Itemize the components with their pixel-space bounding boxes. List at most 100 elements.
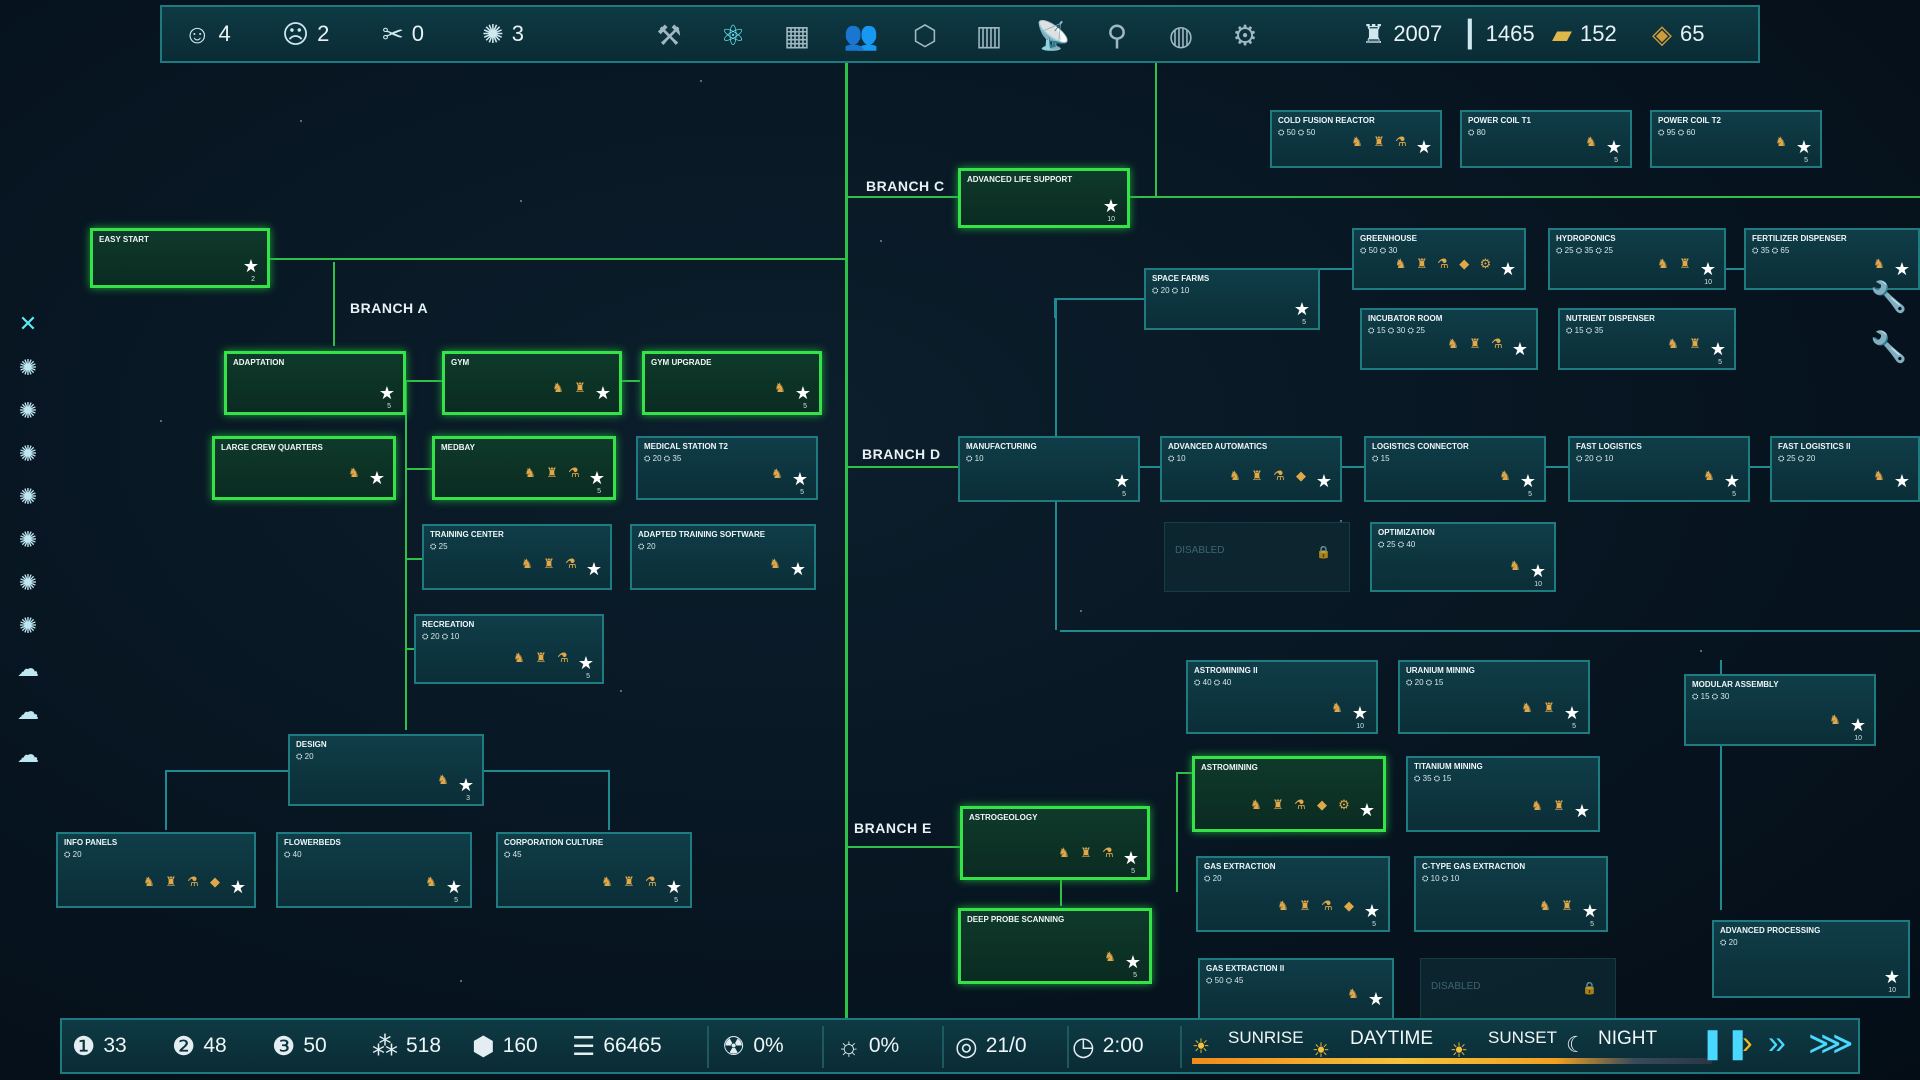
tech-node-medical-station-t2[interactable]: MEDICAL STATION T2 ⛭ 20 ⛭ 35 ♞ ★ 5 bbox=[636, 436, 818, 500]
tech-node-gym[interactable]: GYM ♞ ♜ ★ bbox=[442, 351, 622, 415]
food-counter[interactable]: ✂ 0 bbox=[382, 7, 424, 61]
tech-node-astromining[interactable]: ASTROMINING ♞ ♜ ⚗ ◆ ⚙ ★ bbox=[1192, 756, 1386, 832]
tech-node-power-coil-t1[interactable]: POWER COIL T1 ⛭ 80 ♞ ★ 5 bbox=[1460, 110, 1632, 168]
tech-node-gas-extraction[interactable]: GAS EXTRACTION ⛭ 20 ♞ ♜ ⚗ ◆ ★ 5 bbox=[1196, 856, 1390, 932]
tech-node-deep-probe-scanning[interactable]: DEEP PROBE SCANNING ♞ ★ 5 bbox=[958, 908, 1152, 984]
tech-node-optimization[interactable]: OPTIMIZATION ⛭ 25 ⛭ 40 ♞ ★ 10 bbox=[1370, 522, 1556, 592]
stats-icon[interactable]: ▥ bbox=[969, 15, 1009, 55]
tech-node-incubator-room[interactable]: INCUBATOR ROOM ⛭ 15 ⛭ 30 ⛭ 25 ♞ ♜ ⚗ ★ bbox=[1360, 308, 1538, 370]
cloud-icon[interactable]: ☁ bbox=[14, 741, 42, 769]
tech-node-uranium-mining[interactable]: URANIUM MINING ⛭ 20 ⛭ 15 ♞ ♜ ★ 5 bbox=[1398, 660, 1590, 734]
tech-node-adapted-training-software[interactable]: ADAPTED TRAINING SOFTWARE ⛭ 20 ♞ ★ bbox=[630, 524, 816, 590]
build-icon[interactable]: ⚒ bbox=[649, 15, 689, 55]
resource-counter-3[interactable]: ▰ 152 bbox=[1552, 7, 1617, 61]
tech-node-modular-assembly[interactable]: MODULAR ASSEMBLY ⛭ 15 ⛭ 30 ♞ ★ 10 bbox=[1684, 674, 1876, 746]
tech-node-easy-start[interactable]: EASY START ★ 2 bbox=[90, 228, 270, 288]
tech-node-titanium-mining[interactable]: TITANIUM MINING ⛭ 35 ⛭ 15 ♞ ♜ ★ bbox=[1406, 756, 1600, 832]
tech-node-corporation-culture[interactable]: CORPORATION CULTURE ⛭ 45 ♞ ♜ ⚗ ★ 5 bbox=[496, 832, 692, 908]
tech-node-gas-extraction-ii[interactable]: GAS EXTRACTION II ⛭ 50 ⛭ 45 ♞ ★ bbox=[1198, 958, 1394, 1020]
brain-tier-icon[interactable]: ✺ bbox=[14, 612, 42, 640]
tech-node-costs: ⛭ 20 ⛭ 10 bbox=[422, 632, 460, 641]
tech-node-flowerbeds[interactable]: FLOWERBEDS ⛭ 40 ♞ ★ 5 bbox=[276, 832, 472, 908]
crew-icon[interactable]: 👥 bbox=[841, 15, 881, 55]
tech-node-disabled-2[interactable]: DISABLED 🔒 bbox=[1420, 958, 1616, 1020]
resource-counter-1[interactable]: ♜ 2007 bbox=[1362, 7, 1442, 61]
play-speed-1-button[interactable]: › bbox=[1742, 1024, 1753, 1061]
tech-node-advanced-life-support[interactable]: ADVANCED LIFE SUPPORT ★ 10 bbox=[958, 168, 1130, 228]
cloud-icon[interactable]: ☁ bbox=[14, 698, 42, 726]
tech-node-fast-logistics-ii[interactable]: FAST LOGISTICS II ⛭ 25 ⛭ 20 ♞ ★ bbox=[1770, 436, 1920, 502]
unlock-item-icon: ♞ bbox=[774, 380, 786, 395]
tech-node-level: 10 bbox=[1704, 279, 1712, 286]
happy-crew-counter[interactable]: ☺ 4 bbox=[184, 7, 231, 61]
play-speed-2-button[interactable]: » bbox=[1768, 1024, 1786, 1061]
resource-counter-2[interactable]: ┃ 1465 bbox=[1462, 7, 1535, 61]
money-counter[interactable]: ☰ 66465 bbox=[572, 1020, 662, 1072]
shield-counter[interactable]: ⬢ 160 bbox=[472, 1020, 538, 1072]
tech-node-costs: ⛭ 15 ⛭ 35 bbox=[1566, 326, 1604, 335]
tech-node-info-panels[interactable]: INFO PANELS ⛭ 20 ♞ ♜ ⚗ ◆ ★ bbox=[56, 832, 256, 908]
ideas-counter[interactable]: ✺ 3 bbox=[482, 7, 524, 61]
resource-counter-4[interactable]: ◈ 65 bbox=[1652, 7, 1704, 61]
tech-node-costs: ⛭ 20 ⛭ 15 bbox=[1406, 678, 1444, 687]
tech-node-recreation[interactable]: RECREATION ⛭ 20 ⛭ 10 ♞ ♜ ⚗ ★ 5 bbox=[414, 614, 604, 684]
wrench-icon[interactable]: 🔧 bbox=[1870, 280, 1907, 315]
unlock-items: ♞ bbox=[672, 556, 782, 580]
unlock-item-icon: ♞ bbox=[1394, 256, 1407, 271]
tech-node-nutrient-dispenser[interactable]: NUTRIENT DISPENSER ⛭ 15 ⛭ 35 ♞ ♜ ★ 5 bbox=[1558, 308, 1736, 370]
tech-node-medbay[interactable]: MEDBAY ♞ ♜ ⚗ ★ 5 bbox=[432, 436, 616, 500]
tech-node-space-farms[interactable]: SPACE FARMS ⛭ 20 ⛭ 10 ★ 5 bbox=[1144, 268, 1320, 330]
tech-node-large-crew-quarters[interactable]: LARGE CREW QUARTERS ♞ ★ bbox=[212, 436, 396, 500]
tech-node-c-type-gas-extraction[interactable]: C-TYPE GAS EXTRACTION ⛭ 10 ⛭ 10 ♞ ♜ ★ 5 bbox=[1414, 856, 1608, 932]
cloud-icon[interactable]: ☁ bbox=[14, 655, 42, 683]
radiation-counter[interactable]: ☢ 0% bbox=[722, 1020, 784, 1072]
brain-tier-icon[interactable]: ✺ bbox=[14, 526, 42, 554]
tech-node-disabled-1[interactable]: DISABLED 🔒 bbox=[1164, 522, 1350, 592]
tech-node-hydroponics[interactable]: HYDROPONICS ⛭ 25 ⛭ 35 ⛭ 25 ♞ ♜ ★ 10 bbox=[1548, 228, 1726, 290]
tier3-value: 50 bbox=[303, 1034, 327, 1057]
tech-node-design[interactable]: DESIGN ⛭ 20 ♞ ★ 3 bbox=[288, 734, 484, 806]
gear-icon[interactable]: ⚙ bbox=[1225, 15, 1265, 55]
brain-tier-icon[interactable]: ✺ bbox=[14, 354, 42, 382]
clock[interactable]: ◷ 2:00 bbox=[1072, 1020, 1144, 1072]
satellite-icon[interactable]: 📡 bbox=[1033, 15, 1073, 55]
tech-node-adaptation[interactable]: ADAPTATION ★ 5 bbox=[224, 351, 406, 415]
modules-icon[interactable]: ⬡ bbox=[905, 15, 945, 55]
tech-node-title: FERTILIZER DISPENSER bbox=[1752, 234, 1847, 243]
tech-node-astromining-ii[interactable]: ASTROMINING II ⛭ 40 ⛭ 40 ♞ ★ 10 bbox=[1186, 660, 1378, 734]
tech-node-cold-fusion-reactor[interactable]: COLD FUSION REACTOR ⛭ 50 ⛭ 50 ♞ ♜ ⚗ ★ bbox=[1270, 110, 1442, 168]
tier1-research[interactable]: ❶ 33 bbox=[72, 1020, 127, 1072]
tech-node-advanced-processing[interactable]: ADVANCED PROCESSING ⛭ 20 ★ 10 bbox=[1712, 920, 1910, 998]
tech-node-title: MEDICAL STATION T2 bbox=[644, 442, 728, 451]
tech-node-title: CORPORATION CULTURE bbox=[504, 838, 604, 847]
brain-tier-icon[interactable]: ✺ bbox=[14, 440, 42, 468]
research-icon[interactable]: ⚛ bbox=[713, 15, 753, 55]
wrench-icon[interactable]: 🔧 bbox=[1870, 330, 1907, 365]
brain-tier-icon[interactable]: ✺ bbox=[14, 569, 42, 597]
sad-crew-counter[interactable]: ☹ 2 bbox=[282, 7, 329, 61]
tech-node-power-coil-t2[interactable]: POWER COIL T2 ⛭ 95 ⛭ 60 ♞ ★ 5 bbox=[1650, 110, 1822, 168]
tier2-value: 48 bbox=[203, 1034, 227, 1057]
cycle-counter[interactable]: ◎ 21/0 bbox=[955, 1020, 1027, 1072]
tech-node-title: LOGISTICS CONNECTOR bbox=[1372, 442, 1469, 451]
tech-node-gym-upgrade[interactable]: GYM UPGRADE ♞ ★ 5 bbox=[642, 351, 822, 415]
crew-resource-icon: ♜ bbox=[1362, 18, 1386, 49]
network-icon[interactable]: ⚲ bbox=[1097, 15, 1137, 55]
tech-node-manufacturing[interactable]: MANUFACTURING ⛭ 10 ★ 5 bbox=[958, 436, 1140, 502]
solar-counter[interactable]: ☼ 0% bbox=[837, 1020, 899, 1072]
molecules-counter[interactable]: ⁂ 518 bbox=[372, 1020, 441, 1072]
tech-node-advanced-automatics[interactable]: ADVANCED AUTOMATICS ⛭ 10 ♞ ♜ ⚗ ◆ ★ bbox=[1160, 436, 1342, 502]
tech-node-astrogeology[interactable]: ASTROGEOLOGY ♞ ♜ ⚗ ★ 5 bbox=[960, 806, 1150, 880]
brain-tier-icon[interactable]: ✺ bbox=[14, 397, 42, 425]
storage-icon[interactable]: ▦ bbox=[777, 15, 817, 55]
brain-tier-icon[interactable]: ✺ bbox=[14, 483, 42, 511]
tech-node-logistics-connector[interactable]: LOGISTICS CONNECTOR ⛭ 15 ♞ ★ 5 bbox=[1364, 436, 1546, 502]
tech-node-greenhouse[interactable]: GREENHOUSE ⛭ 50 ⛭ 30 ♞ ♜ ⚗ ◆ ⚙ ★ bbox=[1352, 228, 1526, 290]
tech-node-fast-logistics[interactable]: FAST LOGISTICS ⛭ 20 ⛭ 10 ♞ ★ 5 bbox=[1568, 436, 1750, 502]
planet-icon[interactable]: ◍ bbox=[1161, 15, 1201, 55]
play-speed-3-button[interactable]: ⋙ bbox=[1808, 1024, 1854, 1062]
close-x-icon[interactable]: ✕ bbox=[14, 310, 42, 338]
tier3-research[interactable]: ❸ 50 bbox=[272, 1020, 327, 1072]
tech-node-training-center[interactable]: TRAINING CENTER ⛭ 25 ♞ ♜ ⚗ ★ bbox=[422, 524, 612, 590]
tier2-research[interactable]: ❷ 48 bbox=[172, 1020, 227, 1072]
